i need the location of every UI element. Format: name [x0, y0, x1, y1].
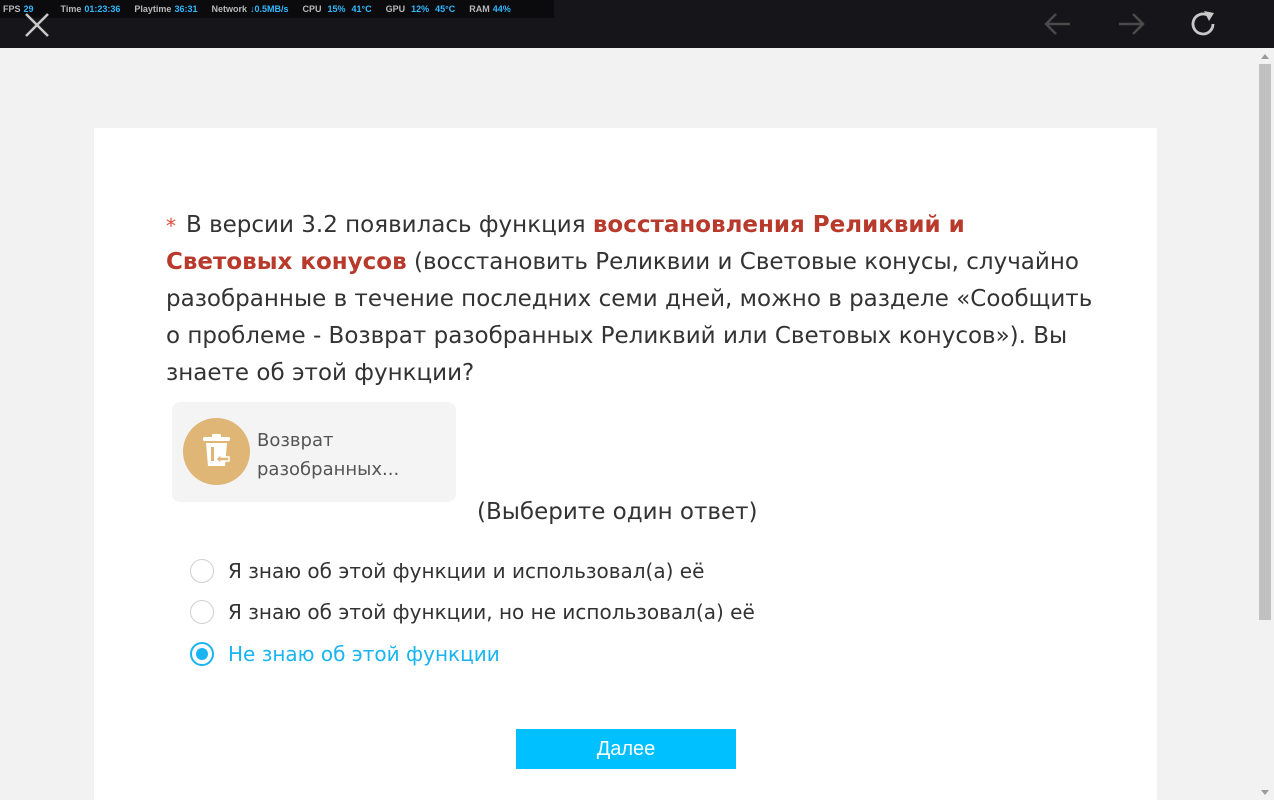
gpu-label: GPU [385, 4, 406, 14]
forward-button[interactable] [1115, 8, 1147, 40]
top-bar: FPS 29 Time 01:23:36 Playtime 36:31 Network… [0, 0, 1274, 48]
reload-button[interactable] [1187, 8, 1219, 40]
trash-restore-icon [183, 418, 250, 485]
arrow-left-icon [1044, 13, 1070, 35]
radio-button-selected[interactable] [190, 642, 214, 666]
cpu-temp: 41°C [351, 4, 372, 14]
scrollbar-thumb[interactable] [1259, 64, 1271, 620]
gpu-temp: 45°C [435, 4, 456, 14]
ram-value: 44% [492, 4, 511, 14]
back-button[interactable] [1042, 8, 1074, 40]
option-label: Я знаю об этой функции и использовал(а) … [228, 559, 705, 583]
feature-caption-line2: разобранных... [257, 459, 400, 480]
ram-label: RAM [469, 4, 490, 14]
playtime-value: 36:31 [174, 4, 198, 14]
option-not-known[interactable]: Не знаю об этой функции [190, 640, 810, 668]
time-value: 01:23:36 [84, 4, 121, 14]
question-text-before: В версии 3.2 появилась функция [186, 212, 593, 238]
cpu-label: CPU [302, 4, 322, 14]
radio-button[interactable] [190, 600, 214, 624]
feature-image-caption: Возврат разобранных... [257, 426, 447, 484]
performance-overlay: FPS 29 Time 01:23:36 Playtime 36:31 Network… [0, 0, 554, 18]
radio-button[interactable] [190, 559, 214, 583]
network-value: ↓0.5MB/s [249, 4, 289, 14]
arrow-right-icon [1119, 13, 1145, 35]
answer-hint: (Выберите один ответ) [477, 499, 758, 525]
time-label: Time [60, 4, 82, 14]
network-label: Network [211, 4, 247, 14]
close-button[interactable] [22, 10, 52, 40]
cpu-load: 15% [327, 4, 346, 14]
option-known-used[interactable]: Я знаю об этой функции и использовал(а) … [190, 557, 810, 585]
option-label: Не знаю об этой функции [228, 642, 500, 666]
gpu-load: 12% [411, 4, 430, 14]
option-label: Я знаю об этой функции, но не использова… [228, 600, 755, 624]
feature-image: Возврат разобранных... [172, 402, 456, 502]
next-button[interactable]: Далее [516, 729, 736, 769]
question-text: * В версии 3.2 появилась функция восстано… [166, 207, 1096, 392]
scroll-down-arrow-icon[interactable] [1261, 790, 1269, 795]
scroll-up-arrow-icon[interactable] [1261, 54, 1269, 59]
option-known-not-used[interactable]: Я знаю об этой функции, но не использова… [190, 598, 810, 626]
close-icon [25, 13, 49, 37]
reload-icon [1191, 11, 1215, 36]
fps-label: FPS [3, 4, 21, 14]
feature-caption-line1: Возврат [257, 430, 334, 451]
required-mark: * [166, 214, 176, 238]
playtime-label: Playtime [134, 4, 172, 14]
